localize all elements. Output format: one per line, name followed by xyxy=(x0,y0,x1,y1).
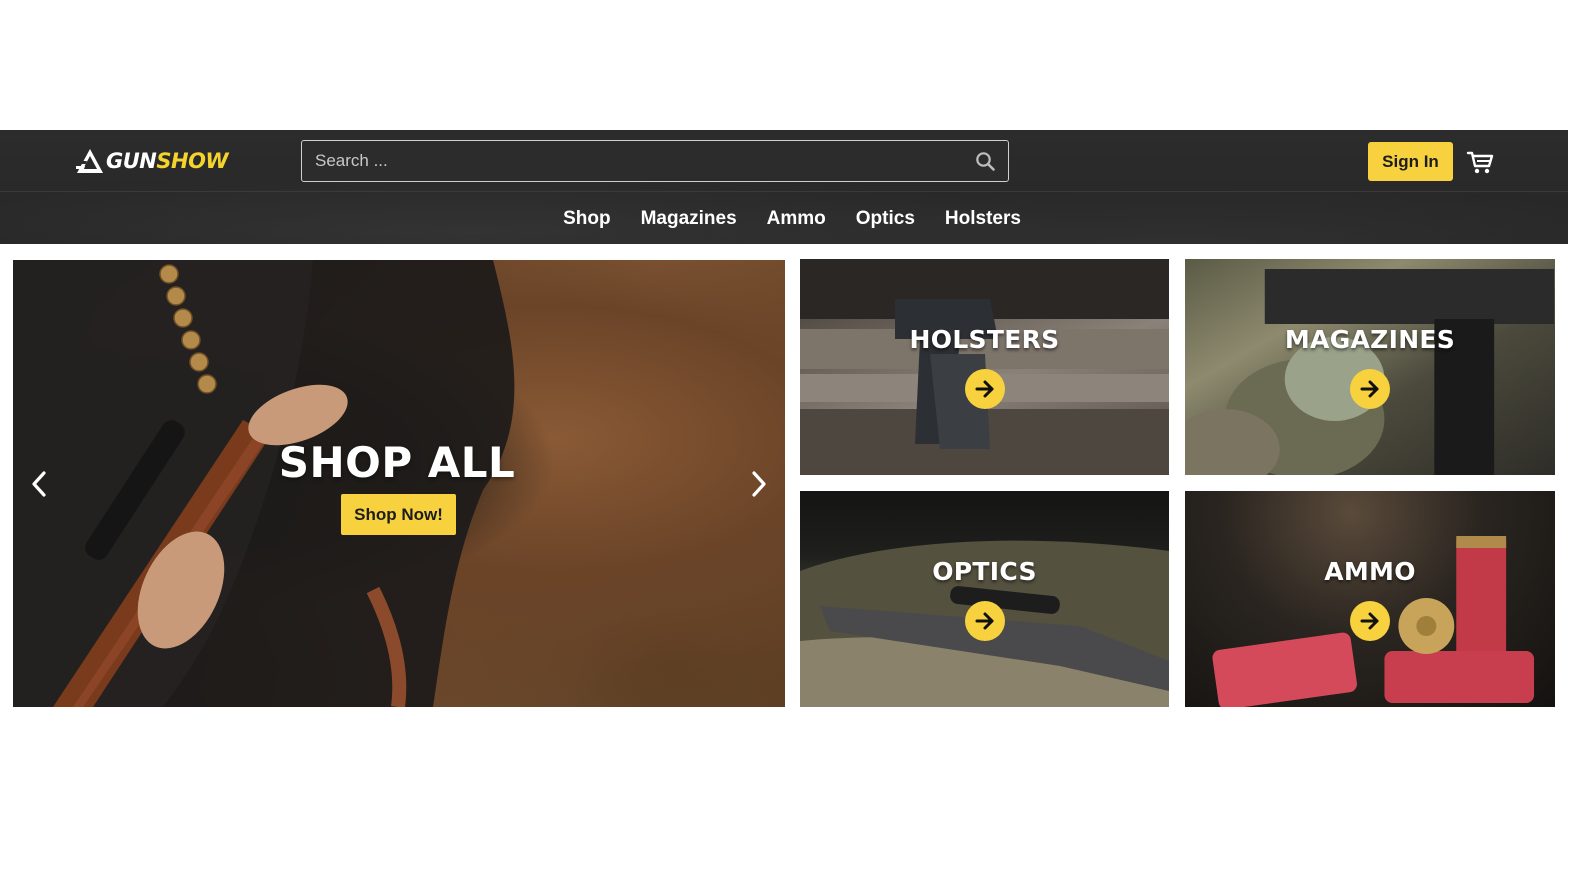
logo-wordmark: GUNSHOW xyxy=(106,149,229,173)
main-nav: Shop Magazines Ammo Optics Holsters xyxy=(0,193,1568,244)
arrow-right-icon xyxy=(975,380,994,398)
category-tile-magazines[interactable]: MAGAZINES xyxy=(1185,259,1555,475)
search-button[interactable] xyxy=(962,141,1008,181)
category-tile-ammo[interactable]: AMMO xyxy=(1185,491,1555,707)
chevron-left-icon xyxy=(32,471,46,497)
category-label-magazines: MAGAZINES xyxy=(1284,325,1456,354)
cart-icon xyxy=(1466,151,1494,174)
category-tile-optics[interactable]: OPTICS xyxy=(800,491,1169,707)
shop-now-button[interactable]: Shop Now! xyxy=(341,494,456,535)
optics-image xyxy=(800,540,1169,707)
sign-in-button[interactable]: Sign In xyxy=(1368,142,1453,181)
search-box xyxy=(301,140,1009,182)
logo-text-gun: GUN xyxy=(106,149,157,173)
ammo-image xyxy=(1212,536,1535,707)
nav-item-shop[interactable]: Shop xyxy=(563,208,611,230)
cart-button[interactable] xyxy=(1466,149,1494,175)
logo-mark-icon xyxy=(76,149,103,173)
category-go-button-optics[interactable] xyxy=(965,601,1005,641)
nav-item-holsters[interactable]: Holsters xyxy=(945,208,1021,230)
site-logo[interactable]: GUNSHOW xyxy=(76,146,229,176)
chevron-right-icon xyxy=(752,471,766,497)
category-label-holsters: HOLSTERS xyxy=(909,325,1060,354)
arrow-right-icon xyxy=(1360,612,1379,630)
magazines-image xyxy=(1185,269,1554,475)
arrow-right-icon xyxy=(975,612,994,630)
category-tile-holsters[interactable]: HOLSTERS xyxy=(800,259,1169,475)
logo-text-show: SHOW xyxy=(156,149,229,173)
category-go-button-magazines[interactable] xyxy=(1350,369,1390,409)
hero-carousel: SHOP ALL Shop Now! xyxy=(13,260,785,707)
search-icon xyxy=(976,152,995,171)
nav-item-optics[interactable]: Optics xyxy=(856,208,915,230)
category-label-optics: OPTICS xyxy=(932,557,1037,586)
hero-title: SHOP ALL xyxy=(278,438,516,487)
category-go-button-ammo[interactable] xyxy=(1350,601,1390,641)
category-go-button-holsters[interactable] xyxy=(965,369,1005,409)
category-label-ammo: AMMO xyxy=(1324,557,1416,586)
carousel-next-button[interactable] xyxy=(747,468,771,500)
search-input[interactable] xyxy=(302,141,962,181)
site-header: GUNSHOW Sign In Shop Magazines xyxy=(0,130,1568,244)
nav-item-ammo[interactable]: Ammo xyxy=(767,208,826,230)
header-top-bar: GUNSHOW Sign In xyxy=(0,130,1568,192)
holsters-image xyxy=(800,259,1169,475)
arrow-right-icon xyxy=(1360,380,1379,398)
nav-item-magazines[interactable]: Magazines xyxy=(641,208,737,230)
carousel-prev-button[interactable] xyxy=(27,468,51,500)
